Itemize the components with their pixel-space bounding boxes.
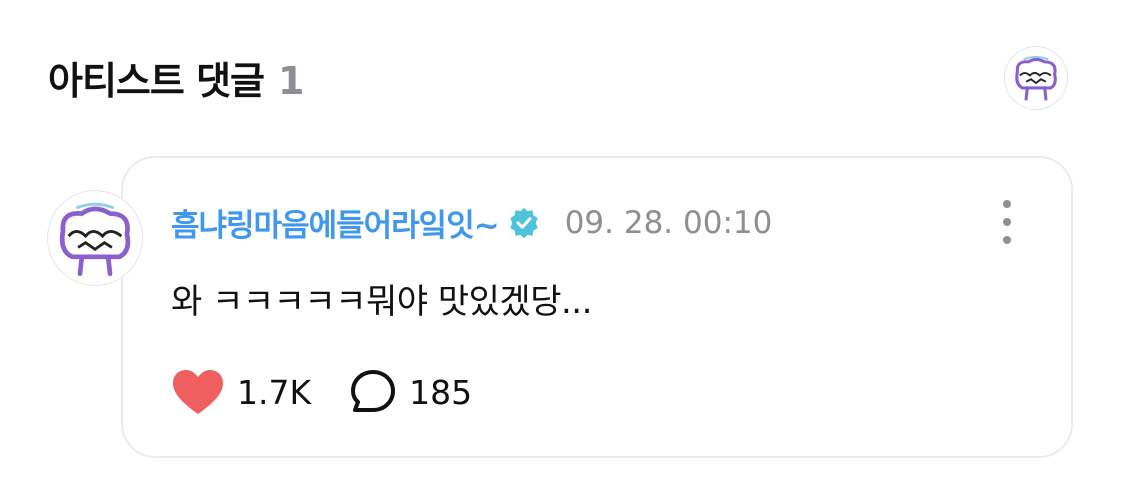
avatar-drawing-icon xyxy=(1015,55,1057,101)
current-user-avatar[interactable] xyxy=(1004,46,1068,110)
more-vertical-icon xyxy=(1003,236,1011,244)
verified-badge-icon xyxy=(510,207,538,238)
comment-timestamp: 09. 28. 00:10 xyxy=(564,204,773,241)
more-vertical-icon xyxy=(1003,218,1011,226)
comment-actions: 1.7K 185 xyxy=(171,368,472,416)
comment-meta: 흠냐링마음에들어라잌잇~ 09. 28. 00:10 xyxy=(171,200,772,245)
comment-text: 와 ㅋㅋㅋㅋㅋ뭐야 맛있겠당... xyxy=(171,282,592,322)
reply-button[interactable]: 185 xyxy=(349,368,472,416)
like-button[interactable]: 1.7K xyxy=(171,368,311,416)
like-count: 1.7K xyxy=(237,372,312,412)
comment-card: 흠냐링마음에들어라잌잇~ 09. 28. 00:10 와 ㅋㅋㅋㅋㅋ뭐야 맛있겠… xyxy=(121,156,1073,458)
heart-icon xyxy=(173,370,223,414)
more-options-button[interactable] xyxy=(995,200,1019,244)
more-vertical-icon xyxy=(1003,200,1011,208)
comment-bubble-icon xyxy=(351,370,396,412)
section-header: 아티스트 댓글 1 xyxy=(48,50,304,105)
author-avatar[interactable] xyxy=(47,190,143,286)
author-name[interactable]: 흠냐링마음에들어라잌잇~ xyxy=(171,200,500,245)
reply-count: 185 xyxy=(409,372,473,412)
section-title: 아티스트 댓글 xyxy=(48,59,265,103)
comment-count: 1 xyxy=(278,59,305,103)
avatar-drawing-icon xyxy=(59,202,131,277)
